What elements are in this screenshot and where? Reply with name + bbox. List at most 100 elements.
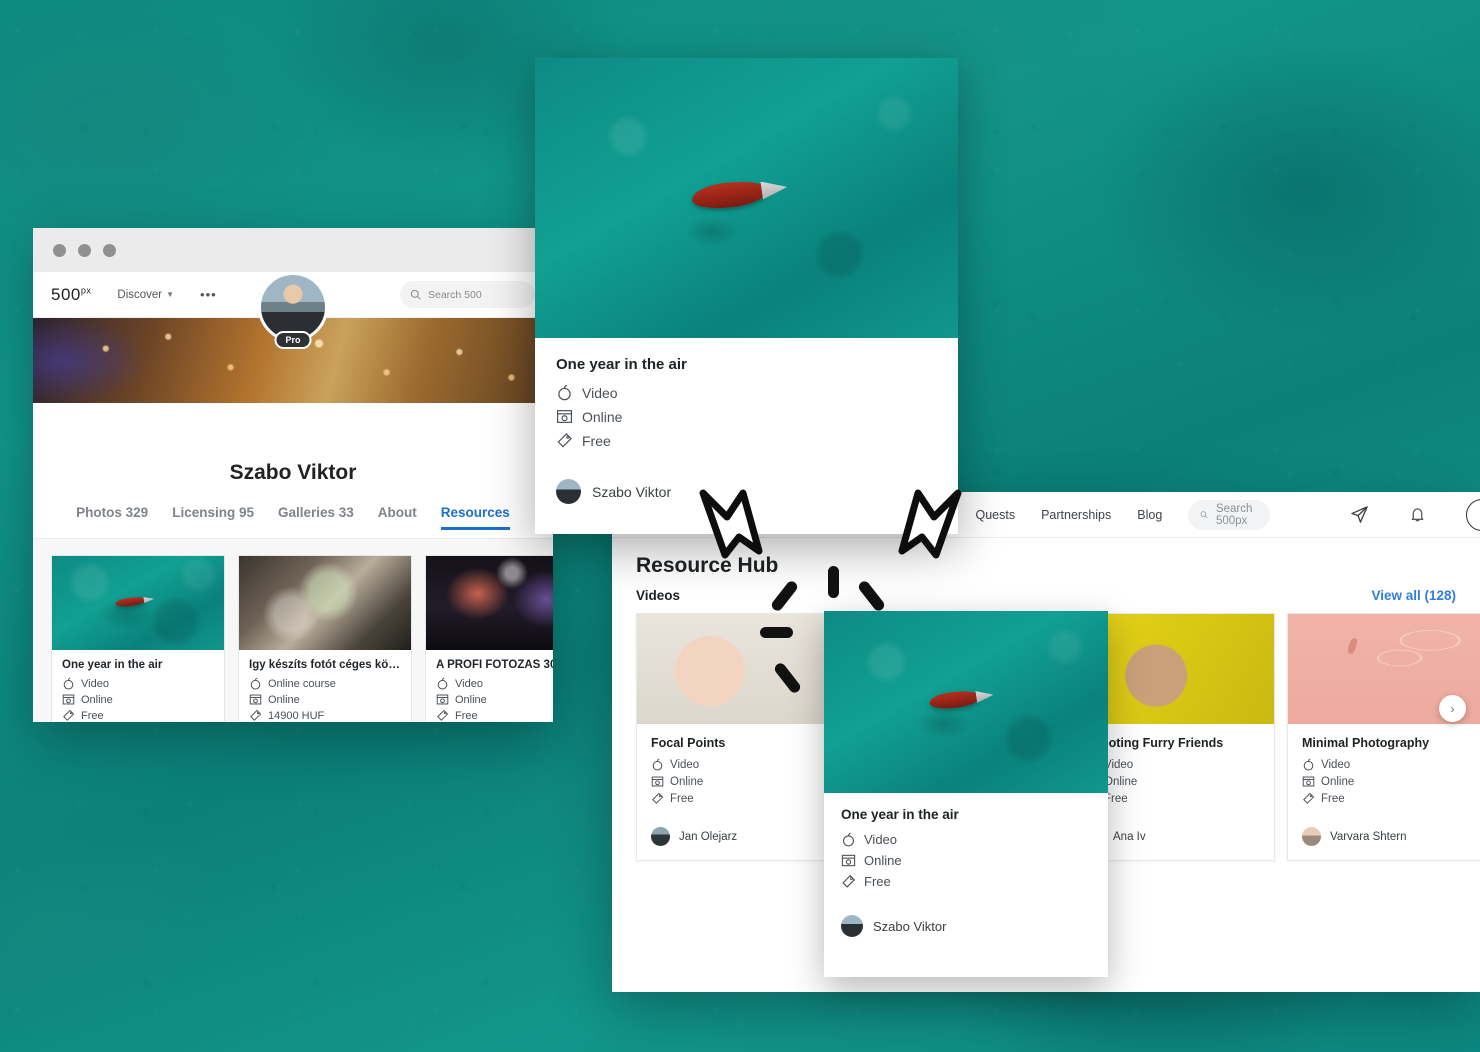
online-icon xyxy=(841,854,856,867)
dragged-card-small[interactable]: One year in the air Video Online Free Sz… xyxy=(824,611,1108,977)
zoom-button-icon[interactable] xyxy=(103,243,116,257)
resource-card[interactable]: Így készíts fotót céges közösségi o... O… xyxy=(238,555,412,722)
tab-galleries[interactable]: Galleries 33 xyxy=(278,505,354,530)
profile-resource-grid: One year in the air Video Online Free Íg… xyxy=(33,539,553,722)
resource-card[interactable]: A PROFI FOTÓZÁS 30 arany Video Online Fr… xyxy=(425,555,553,722)
video-icon xyxy=(250,677,261,690)
card-price-row: Free xyxy=(436,709,553,722)
resource-card[interactable]: Minimal Photography Video Online Free Va… xyxy=(1287,613,1480,861)
price-tag-icon xyxy=(1303,792,1315,804)
search-placeholder: Search 500px xyxy=(1215,502,1253,527)
nav-item-quests[interactable]: Quests xyxy=(975,508,1015,522)
tab-resources[interactable]: Resources xyxy=(440,505,510,530)
video-icon xyxy=(1303,758,1314,771)
online-icon xyxy=(249,694,262,705)
view-all-link[interactable]: View all (128) xyxy=(1371,588,1456,603)
video-icon xyxy=(842,832,855,847)
nav-item-partnerships[interactable]: Partnerships xyxy=(1041,508,1111,522)
card-price-row: Free xyxy=(1302,792,1477,805)
price-tag-icon xyxy=(842,874,856,888)
card-title: Így készíts fotót céges közösségi o... xyxy=(249,659,401,671)
upload-button[interactable]: Upload xyxy=(1465,498,1480,531)
resource-card[interactable]: Focal Points Video Online Free Jan Oleja… xyxy=(636,613,841,861)
card-price-row: Free xyxy=(62,709,214,722)
card-format: Video xyxy=(670,758,700,771)
send-message-icon[interactable] xyxy=(1350,505,1369,524)
card-price-row: Free xyxy=(651,792,826,805)
card-author[interactable]: Varvara Shtern xyxy=(1302,827,1477,846)
card-author[interactable]: Szabo Viktor xyxy=(841,915,1091,937)
card-title: One year in the air xyxy=(841,807,959,822)
online-icon xyxy=(62,694,75,705)
card-format: Online course xyxy=(268,677,336,690)
card-price: Free xyxy=(864,874,891,889)
cursor-arrow-right-icon xyxy=(884,487,964,568)
minimize-button-icon[interactable] xyxy=(78,243,91,257)
card-location-row: Online xyxy=(1085,775,1260,788)
card-thumbnail xyxy=(239,556,411,650)
nav-item-blog[interactable]: Blog xyxy=(1137,508,1162,522)
price-tag-icon xyxy=(557,433,572,448)
profile-browser-window[interactable]: 500px Discover ▼ ••• Search 500 Pro Szab… xyxy=(33,228,553,722)
card-author[interactable]: Ana Iv xyxy=(1085,827,1260,846)
card-format-row: Video xyxy=(1302,758,1477,771)
card-price: Free xyxy=(582,432,611,449)
card-location: Online xyxy=(864,853,902,868)
card-location: Online xyxy=(582,408,623,425)
profile-name: Szabo Viktor xyxy=(229,461,357,484)
close-button-icon[interactable] xyxy=(53,243,66,257)
card-location: Online xyxy=(1321,775,1355,788)
card-title: One year in the air xyxy=(556,356,687,373)
card-price: Free xyxy=(455,709,478,722)
500px-logo[interactable]: 500px xyxy=(51,285,91,305)
nav-item-discover-label: Discover xyxy=(117,288,163,301)
dragged-card-large[interactable]: One year in the air Video Online Free Sz… xyxy=(535,58,958,534)
card-author[interactable]: Jan Olejarz xyxy=(651,827,826,846)
price-tag-icon xyxy=(437,709,449,721)
card-location-row: Online xyxy=(249,693,401,706)
tab-about[interactable]: About xyxy=(378,505,417,530)
card-location: Online xyxy=(268,693,300,706)
card-format: Video xyxy=(455,677,483,690)
resource-card[interactable]: One year in the air Video Online Free xyxy=(51,555,225,722)
chevron-down-icon: ▼ xyxy=(166,290,175,299)
nav-item-discover[interactable]: Discover ▼ xyxy=(117,289,174,301)
tab-licensing[interactable]: Licensing 95 xyxy=(172,505,254,530)
card-location: Online xyxy=(455,693,487,706)
search-input[interactable]: Search 500px xyxy=(1188,499,1270,530)
avatar[interactable]: Pro xyxy=(258,272,328,349)
card-format: Video xyxy=(1321,758,1351,771)
card-price: Free xyxy=(1321,792,1345,805)
boat-shape xyxy=(690,177,770,213)
author-name: Szabo Viktor xyxy=(592,483,672,500)
author-name: Szabo Viktor xyxy=(873,918,947,934)
card-location-row: Online xyxy=(841,853,1091,868)
search-input[interactable]: Search 500 xyxy=(400,281,535,308)
online-icon xyxy=(557,410,572,423)
click-burst-line xyxy=(828,566,839,598)
author-name: Varvara Shtern xyxy=(1330,830,1407,843)
card-format-row: Video xyxy=(841,832,1091,847)
card-format-row: Online course xyxy=(249,677,401,690)
card-price: Free xyxy=(81,709,104,722)
more-menu-icon[interactable]: ••• xyxy=(200,288,217,301)
notifications-bell-icon[interactable] xyxy=(1409,506,1426,523)
card-location-row: Online xyxy=(62,693,214,706)
card-format-row: Video xyxy=(1085,758,1260,771)
card-price-row: Free xyxy=(1085,792,1260,805)
card-price-row: Free xyxy=(556,432,937,449)
cursor-arrow-left-icon xyxy=(697,487,777,568)
card-price-row: Free xyxy=(841,874,1091,889)
section-header: Videos View all (128) xyxy=(612,578,1480,603)
carousel-next-arrow-icon[interactable]: › xyxy=(1439,695,1466,722)
video-icon xyxy=(63,677,74,690)
card-thumbnail xyxy=(52,556,224,650)
card-format: Video xyxy=(81,677,109,690)
profile-tabs: Photos 329 Licensing 95 Galleries 33 Abo… xyxy=(33,505,553,539)
card-format: Video xyxy=(864,832,898,847)
tab-photos[interactable]: Photos 329 xyxy=(76,505,148,530)
boat-shape xyxy=(928,688,982,712)
card-location-row: Online xyxy=(436,693,553,706)
card-location: Online xyxy=(1104,775,1138,788)
card-price: 14900 HUF xyxy=(268,709,325,722)
